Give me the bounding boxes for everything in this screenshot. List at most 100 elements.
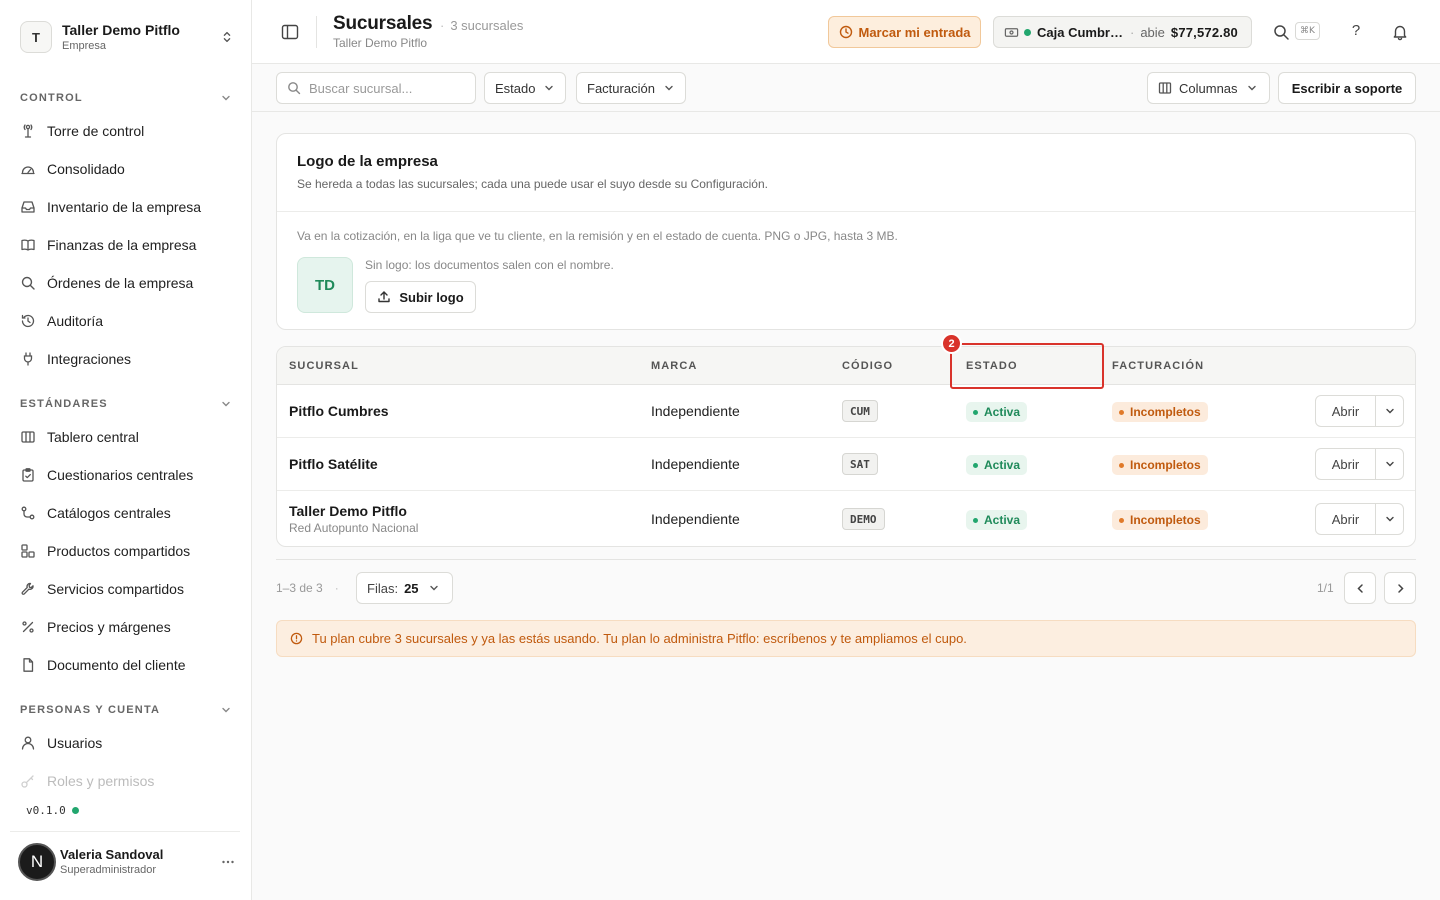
sidebar-item-label: Órdenes de la empresa: [47, 275, 194, 291]
table-row[interactable]: Pitflo Cumbres Independiente CUM Activa …: [277, 385, 1415, 438]
boxes-icon: [21, 544, 35, 558]
branch-code: CUM: [842, 400, 878, 422]
sidebar-item-productos[interactable]: Productos compartidos: [20, 536, 234, 566]
upload-logo-button[interactable]: Subir logo: [365, 281, 476, 313]
sidebar-item-inventario[interactable]: Inventario de la empresa: [20, 192, 234, 222]
billing-badge: Incompletos: [1112, 455, 1208, 475]
plug-icon: [23, 352, 33, 366]
sidebar-item-label: Precios y márgenes: [47, 619, 171, 635]
sidebar-toggle-icon[interactable]: [280, 22, 300, 42]
sidebar-item-roles[interactable]: Roles y permisos: [20, 766, 234, 796]
row-menu-button[interactable]: [1376, 504, 1403, 534]
rows-per-page-select[interactable]: Filas: 25: [356, 572, 453, 604]
sidebar-item-cuestionarios[interactable]: Cuestionarios centrales: [20, 460, 234, 490]
annotation-marker: 2: [941, 333, 962, 354]
column-header-marca[interactable]: MARCA: [651, 360, 697, 372]
previous-page-button[interactable]: [1344, 572, 1376, 604]
chevron-down-icon: [1385, 516, 1394, 522]
sidebar-item-catalogos[interactable]: Catálogos centrales: [20, 498, 234, 528]
row-actions: Abrir: [1315, 448, 1404, 480]
open-button[interactable]: Abrir: [1316, 396, 1376, 426]
branch-brand: Independiente: [651, 403, 740, 419]
column-header-sucursal[interactable]: SUCURSAL: [289, 360, 359, 372]
inbox-icon: [21, 201, 35, 213]
sidebar-item-finanzas[interactable]: Finanzas de la empresa: [20, 230, 234, 260]
billing-filter[interactable]: Facturación: [576, 72, 686, 104]
status-dot: [973, 462, 978, 468]
org-switcher[interactable]: T Taller Demo Pitflo Empresa: [20, 20, 234, 54]
open-button[interactable]: Abrir: [1316, 449, 1376, 479]
row-menu-button[interactable]: [1376, 449, 1403, 479]
branch-name: Pitflo Satélite: [289, 456, 378, 472]
table-row[interactable]: Pitflo Satélite Independiente SAT Activa…: [277, 438, 1415, 491]
sidebar-item-torre-de-control[interactable]: Torre de control: [20, 116, 234, 146]
clipboard-icon: [22, 468, 34, 482]
user-menu[interactable]: N Valeria Sandoval Superadministrador: [18, 843, 236, 881]
sidebar-item-ordenes[interactable]: Órdenes de la empresa: [20, 268, 234, 298]
chevron-left-icon: [1356, 583, 1363, 593]
branch-brand: Independiente: [651, 511, 740, 527]
annotation-highlight: [950, 343, 1104, 389]
bell-icon[interactable]: [1391, 23, 1409, 41]
columns-icon: [1158, 82, 1172, 94]
clock-in-button[interactable]: Marcar mi entrada: [828, 16, 981, 48]
sidebar-item-documento[interactable]: Documento del cliente: [20, 650, 234, 680]
alert-text: Tu plan cubre 3 sucursales y ya las está…: [312, 631, 967, 646]
app-version: v0.1.0: [26, 804, 79, 817]
clock-icon: [839, 25, 852, 39]
status-label: Activa: [984, 513, 1021, 527]
help-button[interactable]: ?: [1348, 22, 1364, 42]
org-name: Taller Demo Pitflo: [62, 21, 180, 38]
rows-label: Filas:: [367, 580, 399, 596]
logo-placeholder: TD: [297, 257, 353, 313]
status-label: Activa: [984, 458, 1021, 472]
org-avatar: T: [20, 21, 52, 53]
sidebar-item-precios[interactable]: Precios y márgenes: [20, 612, 234, 642]
card-title: Logo de la empresa: [297, 153, 438, 170]
pagination-divider: [276, 559, 1416, 560]
open-button[interactable]: Abrir: [1316, 504, 1376, 534]
column-header-codigo[interactable]: CÓDIGO: [842, 360, 893, 372]
column-header-facturacion[interactable]: FACTURACIÓN: [1112, 360, 1204, 372]
search-icon: [288, 82, 301, 95]
nav-section-personas[interactable]: PERSONAS Y CUENTA: [20, 702, 232, 718]
more-horizontal-icon[interactable]: [220, 854, 236, 870]
columns-button[interactable]: Columnas: [1147, 72, 1270, 104]
status-filter-label: Estado: [495, 80, 536, 96]
sidebar-item-integraciones[interactable]: Integraciones: [20, 344, 234, 374]
next-page-button[interactable]: [1384, 572, 1416, 604]
table-row[interactable]: Taller Demo Pitflo Red Autopunto Naciona…: [277, 491, 1415, 546]
separator: ·: [1129, 24, 1135, 40]
search-icon[interactable]: [1272, 23, 1290, 41]
chevron-down-icon: [222, 95, 230, 101]
support-button[interactable]: Escribir a soporte: [1278, 72, 1416, 104]
search-input[interactable]: [309, 80, 469, 96]
cash-status-dot: [1024, 28, 1031, 36]
billing-dot: [1119, 517, 1124, 523]
plan-limit-alert: Tu plan cubre 3 sucursales y ya las está…: [276, 620, 1416, 657]
card-description: Se hereda a todas las sucursales; cada u…: [297, 177, 768, 191]
search-icon: [21, 276, 35, 290]
status-badge: Activa: [966, 455, 1028, 475]
sidebar-item-usuarios[interactable]: Usuarios: [20, 728, 234, 758]
sidebar-item-label: Servicios compartidos: [47, 581, 184, 597]
row-menu-button[interactable]: [1376, 396, 1403, 426]
search-box[interactable]: [276, 72, 476, 104]
key-icon: [21, 775, 34, 788]
nav-section-control[interactable]: CONTROL: [20, 90, 232, 106]
nav-section-label: CONTROL: [20, 92, 83, 104]
cash-register-button[interactable]: Caja Cumbr… · abie $77,572.80: [993, 16, 1252, 48]
catalog-icon: [21, 506, 35, 520]
sidebar-item-tablero-central[interactable]: Tablero central: [20, 422, 234, 452]
billing-dot: [1119, 409, 1124, 415]
status-filter[interactable]: Estado: [484, 72, 567, 104]
nav-section-estandares[interactable]: ESTÁNDARES: [20, 396, 232, 412]
wrench-icon: [21, 582, 34, 595]
chevron-down-icon: [1247, 85, 1256, 91]
sidebar-item-servicios[interactable]: Servicios compartidos: [20, 574, 234, 604]
file-icon: [23, 658, 34, 672]
sidebar-item-auditoria[interactable]: Auditoría: [20, 306, 234, 336]
sidebar-item-consolidado[interactable]: Consolidado: [20, 154, 234, 184]
history-icon: [21, 314, 35, 328]
page-subtitle: Taller Demo Pitflo: [333, 36, 428, 50]
